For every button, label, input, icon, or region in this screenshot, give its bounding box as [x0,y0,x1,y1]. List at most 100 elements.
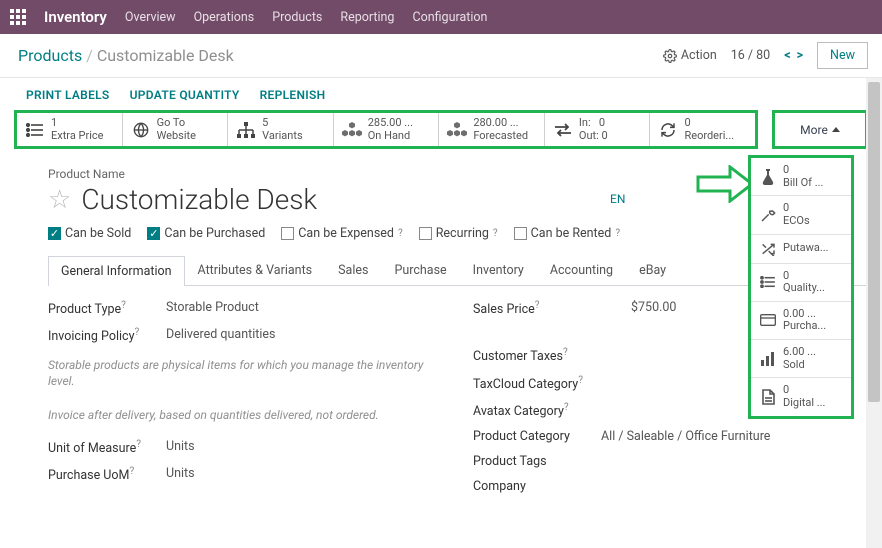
stat-value: 5 [262,117,302,130]
stat-sold[interactable]: 6.00 ...Sold [751,340,851,378]
cubes-icon [447,120,467,140]
bar-chart-icon [759,351,777,367]
stat-putaway[interactable]: Putawa... [751,235,851,264]
avatax-category-label: Avatax Category [473,404,564,419]
sales-price-label: Sales Price [473,302,535,317]
scrollbar-thumb[interactable] [868,82,880,402]
stat-label: Variants [262,130,302,143]
stat-label: On Hand [368,130,413,143]
language-button[interactable]: EN [610,192,625,206]
tab-inventory[interactable]: Inventory [460,255,537,285]
stat-quality[interactable]: 0Quality... [751,264,851,302]
product-category-value[interactable]: All / Saleable / Office Furniture [601,429,770,444]
stat-value: 280.00 ... [473,117,528,130]
company-label: Company [473,479,583,494]
breadcrumb-root[interactable]: Products [18,46,82,65]
breadcrumb-separator: / [86,46,93,65]
flask-icon [759,169,777,185]
product-category-label: Product Category [473,429,593,444]
tab-attributes-variants[interactable]: Attributes & Variants [185,255,326,285]
stat-go-to-website[interactable]: Go ToWebsite [122,113,228,146]
stat-label: Forecasted [473,130,528,143]
product-name[interactable]: Customizable Desk [81,183,317,216]
product-type-value[interactable]: Storable Product [166,300,259,317]
scrollbar[interactable] [866,78,882,548]
invoicing-policy-value[interactable]: Delivered quantities [166,327,275,344]
cubes-icon [342,120,362,140]
stat-label: Extra Price [51,130,103,143]
tab-purchase[interactable]: Purchase [381,255,459,285]
subheader: Products / Customizable Desk Action 16 /… [0,34,882,78]
sitemap-icon [236,120,256,140]
refresh-icon [658,120,678,140]
stat-in-value: 0 [599,116,605,129]
stat-variants[interactable]: 5Variants [227,113,333,146]
stat-purchased[interactable]: 0.00 ...Purcha... [751,302,851,340]
stat-value: 285.00 ... [368,117,413,130]
update-quantity-button[interactable]: Update Quantity [130,88,240,102]
storable-hint: Storable products are physical items for… [48,357,443,389]
stat-label: Website [157,130,196,143]
sales-price-value[interactable]: $750.00 [631,300,676,317]
stat-band: 1Extra Price Go ToWebsite 5Variants 285.… [14,110,868,149]
customer-taxes-label: Customer Taxes [473,350,563,365]
action-button[interactable]: Action [663,48,717,63]
brand: Inventory [44,8,107,26]
highlight-arrow-icon [696,165,754,203]
tab-accounting[interactable]: Accounting [537,255,626,285]
can-be-expensed-checkbox[interactable]: Can be Expensed? [281,226,402,241]
nav-reporting[interactable]: Reporting [340,10,394,25]
stat-forecasted[interactable]: 280.00 ...Forecasted [438,113,544,146]
can-be-sold-checkbox[interactable]: ✓Can be Sold [48,226,131,241]
stat-reordering[interactable]: 0Reorderi... [649,113,755,146]
breadcrumb: Products / Customizable Desk [18,46,234,65]
stat-on-hand[interactable]: 285.00 ...On Hand [333,113,439,146]
invoicing-policy-label: Invoicing Policy [48,330,135,345]
stat-out-label: Out: [579,129,599,142]
can-be-purchased-checkbox[interactable]: ✓Can be Purchased [147,226,265,241]
nav-overview[interactable]: Overview [125,10,176,25]
purchase-uom-label: Purchase UoM [48,468,129,483]
stat-bill-of-materials[interactable]: 0Bill Of ... [751,158,851,196]
favorite-star-icon[interactable]: ☆ [48,185,71,215]
tab-sales[interactable]: Sales [325,255,381,285]
exchange-icon [553,120,573,140]
purchase-uom-value[interactable]: Units [166,466,195,483]
nav-products[interactable]: Products [272,10,322,25]
stat-in-out[interactable]: In: 0 Out: 0 [544,113,650,146]
record-toolbar: Print Labels Update Quantity Replenish [0,78,882,106]
pager-next[interactable]: > [797,48,803,63]
stat-label: Reorderi... [684,130,734,143]
stat-value: 1 [51,117,103,130]
product-tags-label: Product Tags [473,454,583,469]
more-label: More [800,123,828,137]
top-nav: Inventory Overview Operations Products R… [0,0,882,34]
stat-out-value: 0 [602,129,608,142]
stat-extra-price[interactable]: 1Extra Price [17,113,122,146]
list-icon [759,274,777,290]
stat-value: 0 [684,117,734,130]
action-label: Action [681,48,717,63]
stat-digital[interactable]: 0Digital ... [751,378,851,415]
invoice-hint: Invoice after delivery, based on quantit… [48,407,443,423]
gear-icon [663,49,677,63]
print-labels-button[interactable]: Print Labels [26,88,110,102]
recurring-checkbox[interactable]: Recurring? [419,226,498,241]
apps-grid-icon[interactable] [10,9,26,25]
uom-value[interactable]: Units [166,439,195,456]
tab-bar: General Information Attributes & Variant… [48,255,868,286]
nav-operations[interactable]: Operations [194,10,255,25]
stat-value: Go To [157,117,196,130]
pager-prev[interactable]: < [784,48,790,63]
stat-in-label: In: [579,116,591,129]
tab-ebay[interactable]: eBay [626,255,679,285]
can-be-rented-checkbox[interactable]: Can be Rented? [514,226,620,241]
nav-configuration[interactable]: Configuration [412,10,487,25]
caret-up-icon [832,127,840,132]
tab-general-information[interactable]: General Information [48,256,185,286]
stat-more-button[interactable]: More [772,110,868,149]
new-button[interactable]: New [817,42,868,69]
stat-ecos[interactable]: 0ECOs [751,196,851,234]
more-stat-popover: 0Bill Of ... 0ECOs Putawa... 0Quality...… [748,155,854,419]
replenish-button[interactable]: Replenish [260,88,326,102]
